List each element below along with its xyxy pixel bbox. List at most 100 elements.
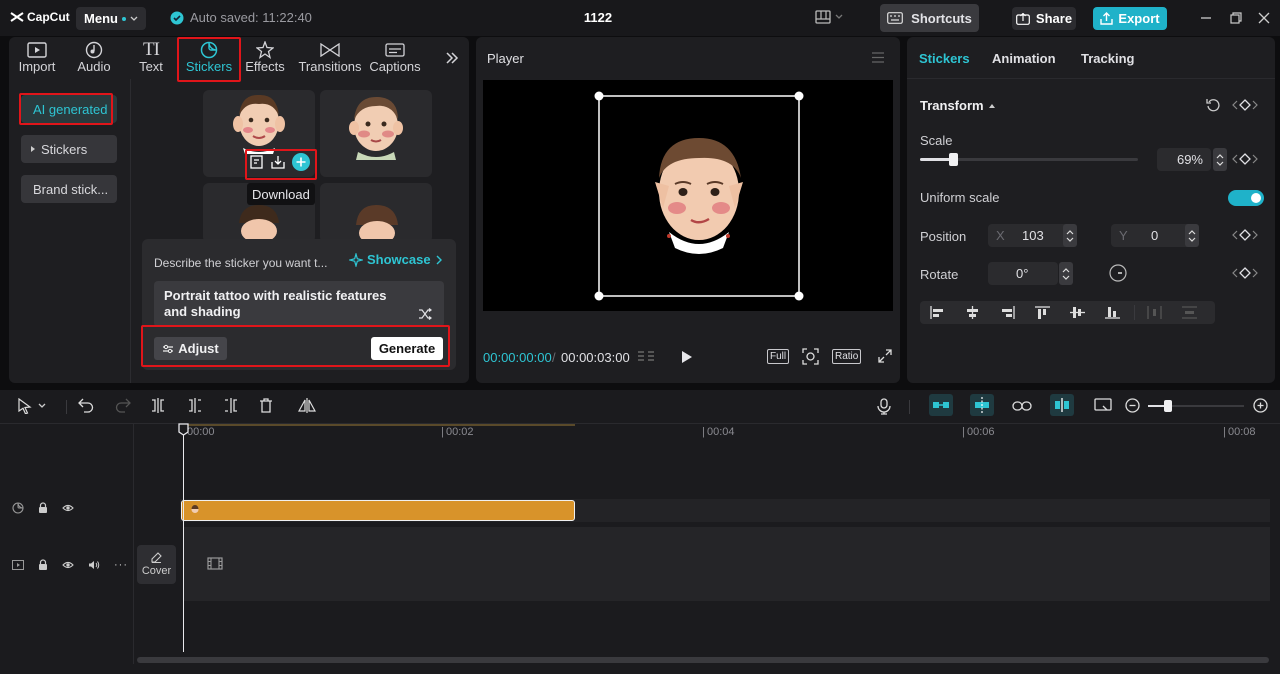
transform-section-toggle[interactable]: Transform [920, 98, 996, 113]
layout-button[interactable] [815, 10, 843, 24]
auto-snap-toggle[interactable] [970, 394, 994, 416]
share-button[interactable]: Share [1012, 7, 1076, 30]
ratio-button[interactable]: Ratio [832, 349, 862, 364]
position-y-stepper[interactable] [1185, 224, 1199, 247]
tab-effects[interactable]: Effects [245, 41, 285, 77]
x-axis-label: X [996, 228, 1005, 243]
sticker-thumbnail[interactable] [320, 90, 432, 177]
showcase-link[interactable]: Showcase [349, 252, 443, 267]
y-axis-label: Y [1119, 228, 1128, 243]
keyframe-control[interactable] [1232, 153, 1258, 165]
prompt-input[interactable]: Portrait tattoo with realistic features … [154, 281, 444, 327]
eye-icon[interactable] [62, 560, 74, 570]
reset-icon[interactable] [1206, 98, 1220, 112]
play-icon[interactable] [681, 350, 693, 364]
shortcuts-button[interactable]: Shortcuts [880, 4, 979, 32]
fullscreen-icon[interactable] [878, 349, 892, 363]
generate-button[interactable]: Generate [371, 337, 443, 360]
zoom-in-icon[interactable] [1253, 398, 1268, 413]
align-middle-icon[interactable] [1070, 306, 1085, 319]
position-x-field[interactable]: X 103 [988, 224, 1068, 247]
align-center-icon[interactable] [965, 306, 980, 319]
timeline-zoom-slider[interactable] [1148, 405, 1244, 407]
more-tabs-button[interactable] [441, 51, 463, 87]
zoom-out-icon[interactable] [1125, 398, 1140, 413]
tab-transitions[interactable]: Transitions [298, 41, 362, 77]
select-tool[interactable] [18, 398, 46, 414]
split-left-icon[interactable] [188, 398, 202, 413]
sidebar-item-ai-generated[interactable]: AI generated [21, 95, 117, 123]
tab-captions[interactable]: Captions [368, 41, 422, 77]
link-icon[interactable] [1012, 401, 1032, 411]
edit-icon[interactable] [250, 155, 264, 169]
download-icon[interactable] [271, 155, 285, 169]
sidebar-item-brand-stickers[interactable]: Brand stick... [21, 175, 117, 203]
tab-stickers-props[interactable]: Stickers [919, 51, 970, 66]
align-bottom-icon[interactable] [1105, 306, 1120, 319]
download-tooltip: Download [247, 183, 315, 205]
export-button[interactable]: Export [1093, 7, 1167, 30]
project-title[interactable]: 1122 [560, 10, 636, 25]
main-track-magnet-toggle[interactable] [929, 394, 953, 416]
tab-stickers[interactable]: Stickers [181, 41, 237, 77]
sidebar-item-stickers[interactable]: Stickers [21, 135, 117, 163]
scale-slider-handle[interactable] [949, 153, 958, 166]
scale-stepper[interactable] [1213, 148, 1227, 171]
menu-lines-icon[interactable] [871, 52, 885, 63]
align-left-icon[interactable] [930, 306, 945, 319]
align-right-icon[interactable] [1000, 306, 1015, 319]
tab-import[interactable]: Import [16, 41, 58, 77]
sparkle-icon [349, 252, 363, 267]
redo-icon[interactable] [115, 398, 131, 413]
rotate-stepper[interactable] [1059, 262, 1073, 285]
tab-animation[interactable]: Animation [992, 51, 1056, 66]
more-options-icon[interactable]: ··· [114, 559, 128, 571]
mirror-icon[interactable] [298, 398, 316, 413]
adjust-button[interactable]: Adjust [154, 337, 227, 360]
close-icon[interactable] [1256, 10, 1272, 26]
rotate-dial-icon[interactable] [1109, 264, 1127, 282]
ruler-label: | [441, 426, 444, 438]
playhead-handle[interactable] [178, 423, 189, 436]
tab-tracking[interactable]: Tracking [1081, 51, 1134, 66]
minimize-icon[interactable] [1198, 10, 1214, 26]
full-quality-button[interactable]: Full [767, 349, 790, 364]
add-icon[interactable] [292, 153, 310, 171]
timeline-scrollbar[interactable] [137, 657, 1269, 663]
position-x-stepper[interactable] [1063, 224, 1077, 247]
preview-axis-toggle[interactable] [1050, 394, 1074, 416]
waveform-icon[interactable] [636, 349, 658, 363]
eye-icon[interactable] [62, 503, 74, 513]
zoom-slider-handle[interactable] [1164, 400, 1172, 412]
picture-in-picture-icon[interactable] [1094, 398, 1112, 413]
delete-icon[interactable] [259, 398, 273, 413]
rotate-field[interactable]: 0° [988, 262, 1058, 285]
cover-button[interactable]: Cover [137, 545, 176, 584]
microphone-icon[interactable] [877, 398, 891, 415]
lock-icon[interactable] [38, 502, 48, 514]
main-video-track[interactable] [184, 527, 1270, 601]
uniform-scale-toggle[interactable] [1228, 190, 1264, 206]
menu-button[interactable]: Menu [76, 7, 146, 30]
keyframe-control[interactable] [1232, 99, 1258, 111]
tab-audio[interactable]: Audio [73, 41, 115, 77]
split-icon[interactable] [151, 398, 165, 413]
tab-text[interactable]: TI Text [133, 39, 169, 77]
speaker-icon[interactable] [88, 560, 100, 570]
keyframe-control[interactable] [1232, 267, 1258, 279]
tab-text-label: Text [139, 59, 163, 74]
undo-icon[interactable] [78, 398, 94, 413]
scale-value-field[interactable]: 69% [1157, 148, 1211, 171]
sticker-thumbnail[interactable] [320, 183, 432, 243]
align-top-icon[interactable] [1035, 306, 1050, 319]
focus-zoom-icon[interactable] [802, 348, 819, 365]
maximize-icon[interactable] [1228, 10, 1244, 26]
video-canvas[interactable] [483, 80, 893, 311]
lock-icon[interactable] [38, 559, 48, 571]
keyframe-control[interactable] [1232, 229, 1258, 241]
sticker-clip[interactable] [181, 500, 575, 521]
playhead[interactable] [183, 424, 184, 652]
position-y-field[interactable]: Y 0 [1111, 224, 1191, 247]
shuffle-icon[interactable] [418, 308, 432, 320]
split-right-icon[interactable] [224, 398, 238, 413]
